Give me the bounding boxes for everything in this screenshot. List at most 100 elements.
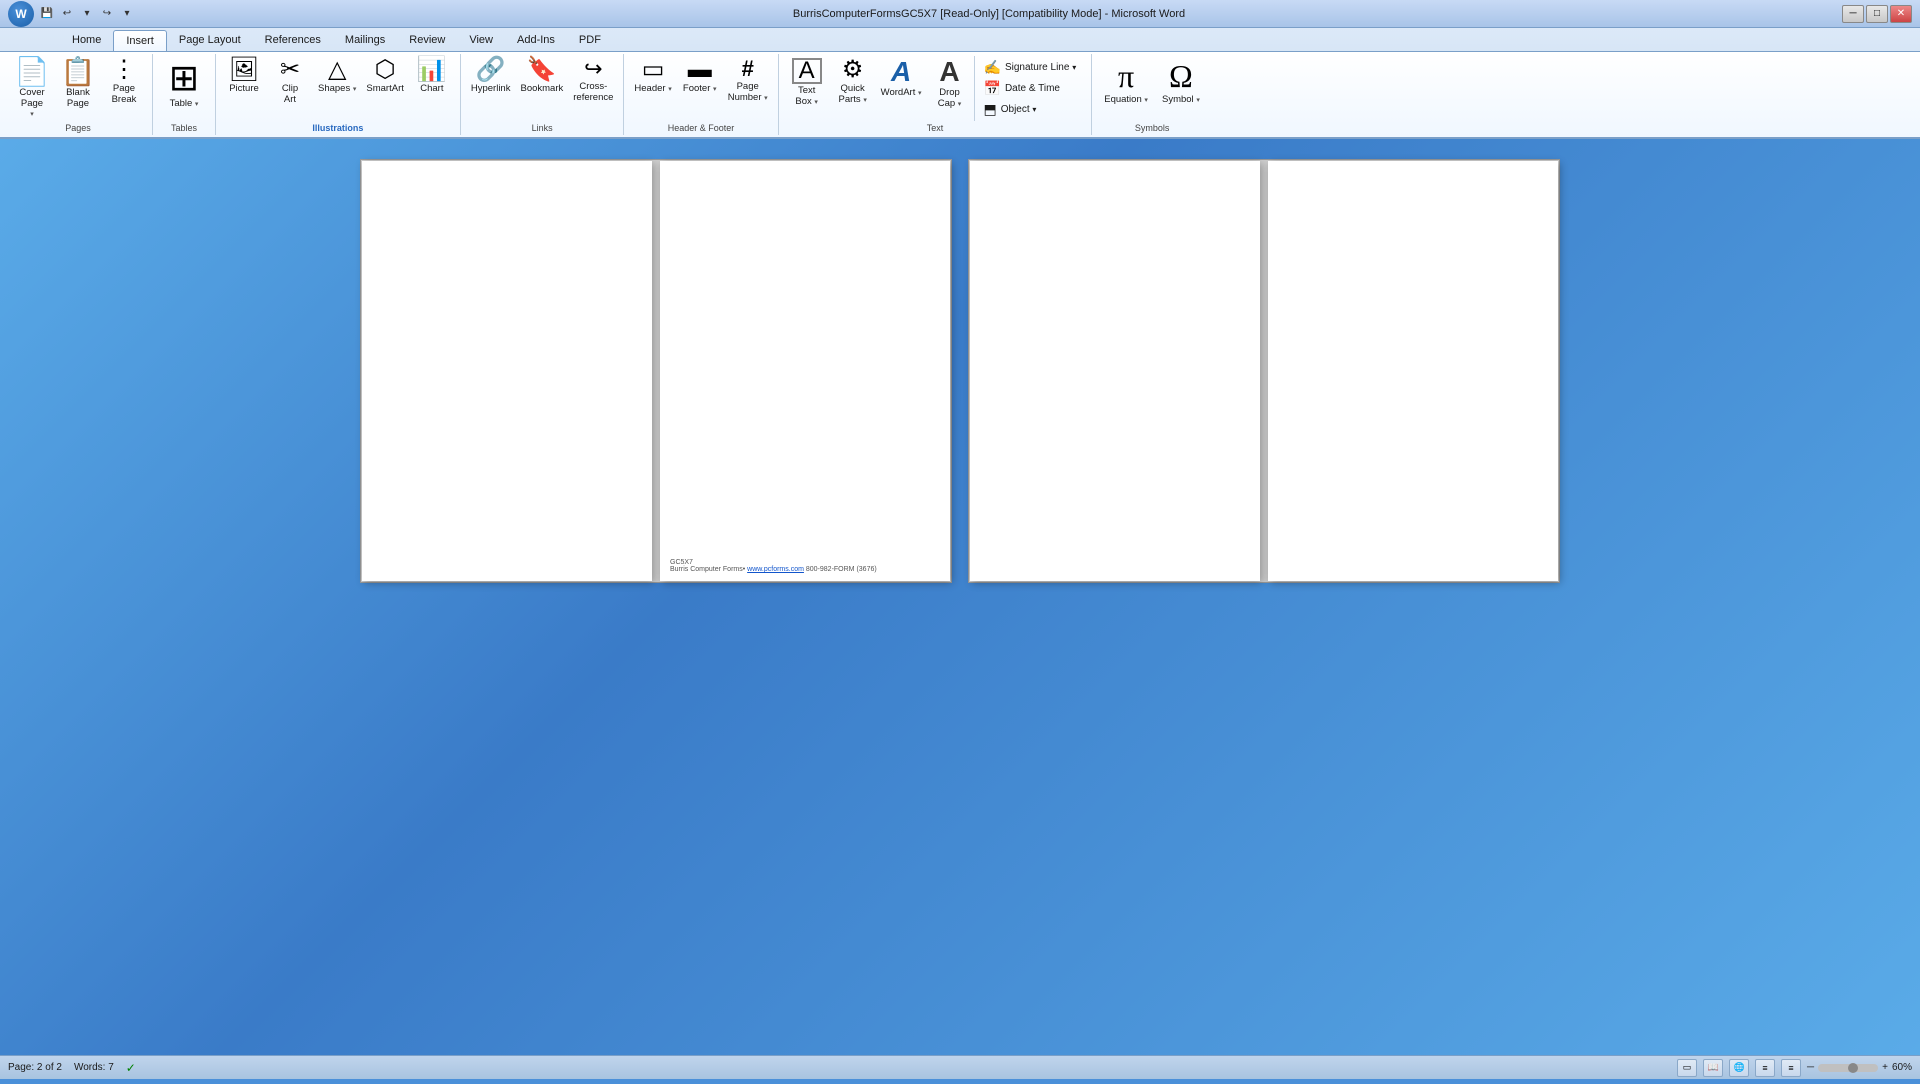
cover-page-button[interactable]: 📄 CoverPage ▾	[10, 56, 54, 120]
ribbon-content: 📄 CoverPage ▾ 📋 BlankPage ⋮ PageBreak Pa…	[0, 51, 1920, 137]
table-button[interactable]: ⊞ Table ▾	[159, 56, 209, 113]
cover-page-icon: 📄	[15, 58, 50, 86]
date-time-icon: 📅	[984, 80, 1001, 97]
tab-home[interactable]: Home	[60, 30, 113, 51]
footer-button[interactable]: ▬ Footer ▾	[678, 56, 722, 96]
ribbon-group-header-footer: ▭ Header ▾ ▬ Footer ▾ # PageNumber ▾ Hea…	[624, 54, 778, 135]
chart-icon: 📊	[417, 58, 447, 82]
text-box-button[interactable]: A TextBox ▾	[785, 56, 829, 110]
drop-cap-button[interactable]: A DropCap ▾	[928, 56, 972, 112]
footer-line2: Burris Computer Forms• www.pcforms.com 8…	[670, 566, 877, 573]
page-number-icon: #	[742, 58, 754, 80]
symbols-buttons: π Equation ▾ Ω Symbol ▾	[1098, 56, 1206, 121]
footer-icon: ▬	[688, 58, 712, 82]
tab-pdf[interactable]: PDF	[567, 30, 613, 51]
ribbon: Home Insert Page Layout References Maili…	[0, 28, 1920, 139]
restore-button[interactable]: □	[1866, 5, 1888, 23]
spell-check-icon[interactable]: ✓	[126, 1061, 136, 1075]
zoom-slider[interactable]	[1818, 1064, 1878, 1072]
tab-addins[interactable]: Add-Ins	[505, 30, 567, 51]
links-group-label: Links	[532, 123, 553, 133]
undo-dropdown[interactable]: ▾	[78, 5, 96, 23]
blank-page-icon: 📋	[61, 58, 96, 86]
chart-button[interactable]: 📊 Chart	[410, 56, 454, 96]
clip-art-icon: ✂	[280, 58, 300, 82]
page-break-icon: ⋮	[112, 58, 136, 82]
bookmark-icon: 🔖	[527, 58, 557, 82]
headerfooter-buttons: ▭ Header ▾ ▬ Footer ▾ # PageNumber ▾	[630, 56, 771, 121]
document-area: GC5X7 Burris Computer Forms• www.pcforms…	[0, 139, 1920, 1055]
ribbon-group-pages: 📄 CoverPage ▾ 📋 BlankPage ⋮ PageBreak Pa…	[4, 54, 153, 135]
page-2-left	[970, 161, 1260, 581]
zoom-out-button[interactable]: ─	[1807, 1062, 1814, 1073]
smartart-button[interactable]: ⬡ SmartArt	[362, 56, 407, 96]
tab-mailings[interactable]: Mailings	[333, 30, 397, 51]
pages-buttons: 📄 CoverPage ▾ 📋 BlankPage ⋮ PageBreak	[10, 56, 146, 121]
signature-line-button[interactable]: ✍ Signature Line ▾	[981, 58, 1080, 77]
tab-view[interactable]: View	[457, 30, 505, 51]
header-icon: ▭	[642, 58, 665, 82]
web-layout-view-button[interactable]: 🌐	[1729, 1059, 1749, 1077]
quick-access-toolbar: 💾 ↩ ▾ ↪ ▾	[38, 5, 136, 23]
shapes-button[interactable]: △ Shapes ▾	[314, 56, 360, 96]
bookmark-button[interactable]: 🔖 Bookmark	[516, 56, 567, 96]
close-button[interactable]: ✕	[1890, 5, 1912, 23]
symbol-icon: Ω	[1169, 60, 1193, 92]
tab-review[interactable]: Review	[397, 30, 457, 51]
minimize-button[interactable]: ─	[1842, 5, 1864, 23]
tab-insert[interactable]: Insert	[113, 30, 167, 51]
draft-view-button[interactable]: ≡	[1781, 1059, 1801, 1077]
status-left: Page: 2 of 2 Words: 7 ✓	[8, 1061, 136, 1075]
cover-page-dropdown[interactable]: ▾	[30, 110, 34, 118]
quick-parts-button[interactable]: ⚙ QuickParts ▾	[831, 56, 875, 108]
qat-dropdown[interactable]: ▾	[118, 5, 136, 23]
ribbon-group-links: 🔗 Hyperlink 🔖 Bookmark ↪ Cross-reference…	[461, 54, 625, 135]
header-button[interactable]: ▭ Header ▾	[630, 56, 675, 96]
ribbon-group-tables: ⊞ Table ▾ Tables	[153, 54, 216, 135]
shapes-icon: △	[328, 58, 346, 82]
cross-reference-icon: ↪	[584, 58, 602, 80]
save-button[interactable]: 💾	[38, 5, 56, 23]
print-layout-view-button[interactable]: ▭	[1677, 1059, 1697, 1077]
tab-page-layout[interactable]: Page Layout	[167, 30, 253, 51]
status-right: ▭ 📖 🌐 ≡ ≡ ─ + 60%	[1677, 1059, 1912, 1077]
hyperlink-button[interactable]: 🔗 Hyperlink	[467, 56, 515, 96]
table-icon: ⊞	[169, 60, 199, 96]
illustrations-buttons: 🖼 Picture ✂ ClipArt △ Shapes ▾ ⬡ SmartAr…	[222, 56, 454, 121]
date-time-button[interactable]: 📅 Date & Time	[981, 79, 1080, 98]
zoom-area: ─ + 60%	[1807, 1062, 1912, 1073]
office-orb[interactable]: W	[8, 1, 34, 27]
clip-art-button[interactable]: ✂ ClipArt	[268, 56, 312, 108]
text-right-items: ✍ Signature Line ▾ 📅 Date & Time ⬒ Objec…	[974, 56, 1086, 121]
ribbon-group-symbols: π Equation ▾ Ω Symbol ▾ Symbols	[1092, 54, 1212, 135]
ribbon-group-text: A TextBox ▾ ⚙ QuickParts ▾ A WordArt ▾ A…	[779, 54, 1093, 135]
redo-button[interactable]: ↪	[98, 5, 116, 23]
signature-line-icon: ✍	[984, 59, 1001, 76]
page-break-button[interactable]: ⋮ PageBreak	[102, 56, 146, 108]
blank-page-button[interactable]: 📋 BlankPage	[56, 56, 100, 112]
outline-view-button[interactable]: ≡	[1755, 1059, 1775, 1077]
page-number-button[interactable]: # PageNumber ▾	[724, 56, 772, 106]
zoom-thumb[interactable]	[1848, 1063, 1858, 1073]
title-bar-left: W 💾 ↩ ▾ ↪ ▾	[8, 1, 136, 27]
text-box-icon: A	[792, 58, 822, 84]
zoom-in-button[interactable]: +	[1882, 1062, 1888, 1073]
headerfooter-group-label: Header & Footer	[668, 123, 735, 133]
undo-button[interactable]: ↩	[58, 5, 76, 23]
equation-button[interactable]: π Equation ▾	[1098, 56, 1154, 109]
full-reading-view-button[interactable]: 📖	[1703, 1059, 1723, 1077]
symbol-button[interactable]: Ω Symbol ▾	[1156, 56, 1206, 109]
tables-buttons: ⊞ Table ▾	[159, 56, 209, 121]
object-button[interactable]: ⬒ Object ▾	[981, 100, 1080, 119]
tab-references[interactable]: References	[253, 30, 333, 51]
wordart-icon: A	[891, 58, 911, 86]
picture-button[interactable]: 🖼 Picture	[222, 56, 266, 96]
object-icon: ⬒	[984, 101, 997, 118]
pages-group-label: Pages	[65, 123, 91, 133]
text-group-label: Text	[927, 123, 944, 133]
cross-reference-button[interactable]: ↪ Cross-reference	[569, 56, 617, 106]
wordart-button[interactable]: A WordArt ▾	[877, 56, 926, 100]
page-1-right-footer: GC5X7 Burris Computer Forms• www.pcforms…	[670, 559, 877, 573]
ribbon-tabs: Home Insert Page Layout References Maili…	[0, 28, 1920, 51]
tables-group-label: Tables	[171, 123, 197, 133]
